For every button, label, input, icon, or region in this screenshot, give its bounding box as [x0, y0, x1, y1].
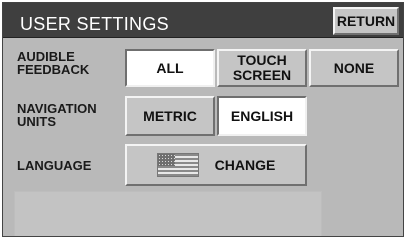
- audible-all-button[interactable]: ALL: [125, 49, 215, 87]
- page-title: USER SETTINGS: [20, 14, 169, 34]
- return-button[interactable]: RETURN: [333, 7, 399, 35]
- units-english-button[interactable]: ENGLISH: [217, 96, 307, 136]
- us-flag-icon: [156, 153, 199, 177]
- audible-touch-label-line1: TOUCH: [237, 52, 287, 68]
- settings-panel: USER SETTINGS RETURN AUDIBLE FEEDBACK AL…: [2, 2, 404, 237]
- audible-feedback-label-line2: FEEDBACK: [17, 62, 90, 77]
- user-settings-screen: USER SETTINGS RETURN AUDIBLE FEEDBACK AL…: [0, 0, 407, 240]
- units-english-label: ENGLISH: [230, 107, 294, 124]
- audible-feedback-label: AUDIBLE FEEDBACK: [17, 50, 89, 76]
- title-bar: USER SETTINGS RETURN: [3, 3, 403, 38]
- language-label: LANGUAGE: [17, 158, 92, 173]
- audible-all-label: ALL: [156, 59, 184, 76]
- audible-none-button[interactable]: NONE: [309, 49, 399, 87]
- navigation-units-label: NAVIGATION UNITS: [17, 102, 97, 128]
- language-change-label: CHANGE: [214, 156, 276, 173]
- navigation-units-label-line2: UNITS: [17, 114, 56, 129]
- audible-touch-label-line2: SCREEN: [232, 67, 292, 83]
- message-area: [14, 191, 322, 236]
- units-metric-button[interactable]: METRIC: [125, 96, 215, 136]
- units-metric-label: METRIC: [143, 107, 197, 124]
- language-change-button[interactable]: CHANGE: [125, 144, 307, 186]
- audible-touch-screen-button[interactable]: TOUCH SCREEN: [217, 49, 307, 87]
- audible-none-label: NONE: [333, 59, 375, 76]
